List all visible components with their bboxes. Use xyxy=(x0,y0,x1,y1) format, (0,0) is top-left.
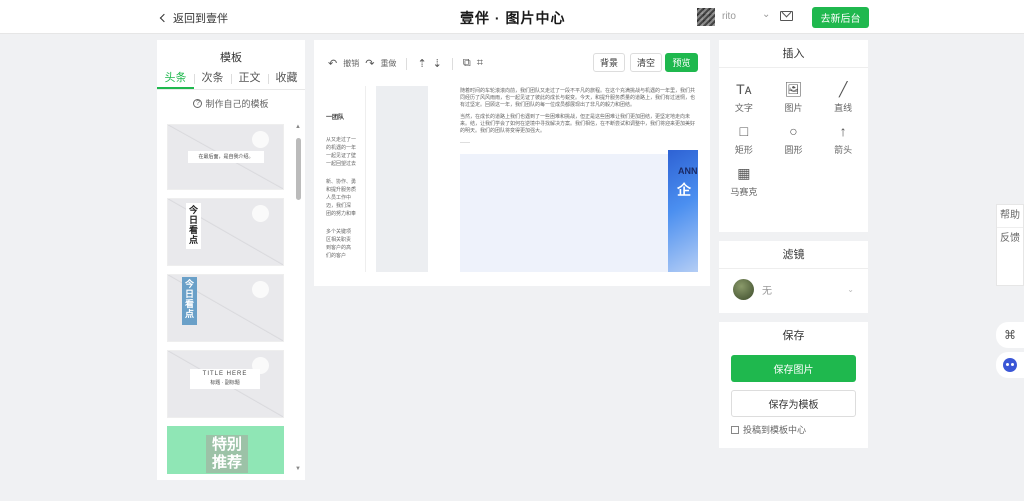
tab-body[interactable]: 正文 xyxy=(231,68,268,89)
canvas-divider: —— xyxy=(460,140,470,146)
command-icon[interactable]: ⌘ xyxy=(996,322,1024,348)
circle-icon: ○ xyxy=(789,123,798,139)
save-panel: 保存 保存图片 保存为模板 投稿到模板中心 xyxy=(719,322,868,448)
template-subcaption: 标题 · 副标题 xyxy=(210,380,240,386)
save-image-button[interactable]: 保存图片 xyxy=(731,355,856,382)
contribute-checkbox[interactable] xyxy=(731,425,739,434)
insert-arrow-button[interactable]: ↑ 箭头 xyxy=(818,122,868,156)
contribute-label: 投稿到模板中心 xyxy=(743,425,807,435)
template-card[interactable]: 在最后面，是自我介绍。 xyxy=(167,124,284,190)
save-template-button[interactable]: 保存为模板 xyxy=(731,390,856,417)
contribute-option[interactable]: 投稿到模板中心 xyxy=(731,423,856,436)
insert-panel-title: 插入 xyxy=(719,40,868,68)
canvas-paragraph: 当然，在成长的道路上我们也遇到了一些困难和挑战，但正是这些困难让我们更加团结，更… xyxy=(460,114,696,134)
go-new-backend-button[interactable]: 去新后台 xyxy=(812,7,869,28)
floating-help-bar: 帮助 反馈 xyxy=(996,204,1024,286)
top-bar: 返回到壹伴 壹伴 · 图片中心 rito ⌄ 去新后台 xyxy=(0,0,1024,34)
template-tabs: 头条 次条 正文 收藏 xyxy=(157,68,305,90)
canvas-banner-image[interactable]: ANN 企 xyxy=(668,150,698,272)
canvas-paragraph: 随着时间的车轮滚滚向前，我们团队又走过了一段不平凡的旅程。在这个充满挑战与机遇的… xyxy=(460,88,696,108)
insert-image-button[interactable]: 🖼︎ 图片 xyxy=(769,80,819,114)
save-panel-title: 保存 xyxy=(782,330,805,342)
tab-favorites[interactable]: 收藏 xyxy=(268,68,305,89)
background-button[interactable]: 背景 xyxy=(593,53,625,72)
image-icon: 🖼︎ xyxy=(784,80,803,97)
brand-title: 壹伴 · 图片中心 xyxy=(460,10,566,26)
insert-text-button[interactable]: Tᴀ 文字 xyxy=(719,80,769,114)
scroll-up-icon[interactable]: ▲ xyxy=(295,124,301,130)
template-scrollbar[interactable]: ▲ ▼ xyxy=(294,124,302,472)
canvas-page[interactable]: 随着时间的车轮滚滚向前，我们团队又走过了一段不平凡的旅程。在这个充满挑战与机遇的… xyxy=(460,86,698,272)
undo-icon[interactable]: ↶ xyxy=(328,57,337,70)
scroll-down-icon[interactable]: ▼ xyxy=(295,466,301,472)
canvas-left-snippet[interactable]: 一团队 从又走过了一 的机遇的一年 一起见证了壁 一起回望过去 新、协作、勇 和… xyxy=(326,86,366,272)
filter-value: 无 xyxy=(762,286,772,297)
redo-icon[interactable]: ↷ xyxy=(365,57,374,70)
tab-headline[interactable]: 头条 xyxy=(157,68,194,89)
canvas-area: ↶ 撤销 ↷ 重做 ⇡ ⇣ ⧉ ⌗ 背景 清空 预览 一团队 从又走过了一 的机… xyxy=(314,40,710,286)
template-card[interactable]: 特别推荐 xyxy=(167,426,284,474)
tab-secondary[interactable]: 次条 xyxy=(194,68,231,89)
insert-circle-button[interactable]: ○ 圆形 xyxy=(769,122,819,156)
back-link[interactable]: 返回到壹伴 xyxy=(159,10,228,26)
filter-thumbnail xyxy=(733,279,754,300)
mosaic-icon: ▦ xyxy=(737,164,751,181)
preview-button[interactable]: 预览 xyxy=(665,53,698,72)
template-panel-title: 模板 xyxy=(220,52,242,64)
username[interactable]: rito xyxy=(722,11,736,22)
banner-text: ANN xyxy=(678,166,698,176)
bring-forward-icon[interactable]: ⇡ xyxy=(417,57,426,70)
rectangle-icon: □ xyxy=(739,123,749,139)
banner-big-text: 企 xyxy=(677,182,691,198)
filter-panel: 滤镜 无 ⌄ xyxy=(719,241,868,313)
send-backward-icon[interactable]: ⇣ xyxy=(433,57,442,70)
insert-panel: 插入 Tᴀ 文字 🖼︎ 图片 ╱ 直线 □ 矩形 ○ 圆形 ↑ 箭头 ▦ 马赛克 xyxy=(719,40,868,232)
filter-panel-title: 滤镜 xyxy=(719,241,868,269)
bot-icon xyxy=(1003,358,1017,372)
arrow-icon: ↑ xyxy=(839,123,847,139)
copy-icon[interactable]: ⧉ xyxy=(463,57,471,70)
template-card[interactable]: 今日看点 xyxy=(167,274,284,342)
scroll-thumb[interactable] xyxy=(296,138,301,200)
crop-icon[interactable]: ⌗ xyxy=(477,57,483,70)
avatar[interactable] xyxy=(697,8,715,26)
editor-toolbar: ↶ 撤销 ↷ 重做 ⇡ ⇣ ⧉ ⌗ xyxy=(328,57,483,70)
insert-line-button[interactable]: ╱ 直线 xyxy=(818,80,868,114)
filter-select[interactable]: 无 ⌄ xyxy=(719,269,868,310)
template-caption: 今日看点 xyxy=(186,203,201,249)
canvas-image-bg xyxy=(460,154,698,272)
chevron-left-icon xyxy=(159,13,169,23)
back-label: 返回到壹伴 xyxy=(173,13,228,25)
question-icon: ? xyxy=(193,99,203,108)
assistant-bot-button[interactable] xyxy=(996,352,1024,378)
undo-label[interactable]: 撤销 xyxy=(343,58,359,69)
insert-rectangle-button[interactable]: □ 矩形 xyxy=(719,122,769,156)
chevron-down-icon: ⌄ xyxy=(847,285,854,294)
feedback-button[interactable]: 反馈 xyxy=(997,227,1023,250)
template-panel: 模板 头条 次条 正文 收藏 ? 制作自己的模板 在最后面，是自我介绍。 今日看… xyxy=(157,40,305,480)
template-caption: 在最后面，是自我介绍。 xyxy=(188,151,264,163)
help-button[interactable]: 帮助 xyxy=(997,205,1023,227)
mail-icon[interactable] xyxy=(780,11,793,21)
template-caption: TITLE HERE xyxy=(202,371,248,377)
make-own-label: 制作自己的模板 xyxy=(205,99,269,109)
template-caption: 今日看点 xyxy=(182,277,197,325)
insert-grid: Tᴀ 文字 🖼︎ 图片 ╱ 直线 □ 矩形 ○ 圆形 ↑ 箭头 ▦ 马赛克 xyxy=(719,68,868,198)
clear-button[interactable]: 清空 xyxy=(630,53,662,72)
redo-label[interactable]: 重做 xyxy=(380,58,396,69)
make-own-template-link[interactable]: ? 制作自己的模板 xyxy=(157,97,305,110)
template-caption: 特别推荐 xyxy=(206,435,248,473)
line-icon: ╱ xyxy=(838,80,848,97)
canvas-gray-block[interactable] xyxy=(376,86,428,272)
insert-mosaic-button[interactable]: ▦ 马赛克 xyxy=(719,164,769,198)
template-card[interactable]: 今日看点 xyxy=(167,198,284,266)
template-card[interactable]: TITLE HERE 标题 · 副标题 xyxy=(167,350,284,418)
chevron-down-icon[interactable]: ⌄ xyxy=(762,9,770,20)
text-icon: Tᴀ xyxy=(736,81,752,97)
